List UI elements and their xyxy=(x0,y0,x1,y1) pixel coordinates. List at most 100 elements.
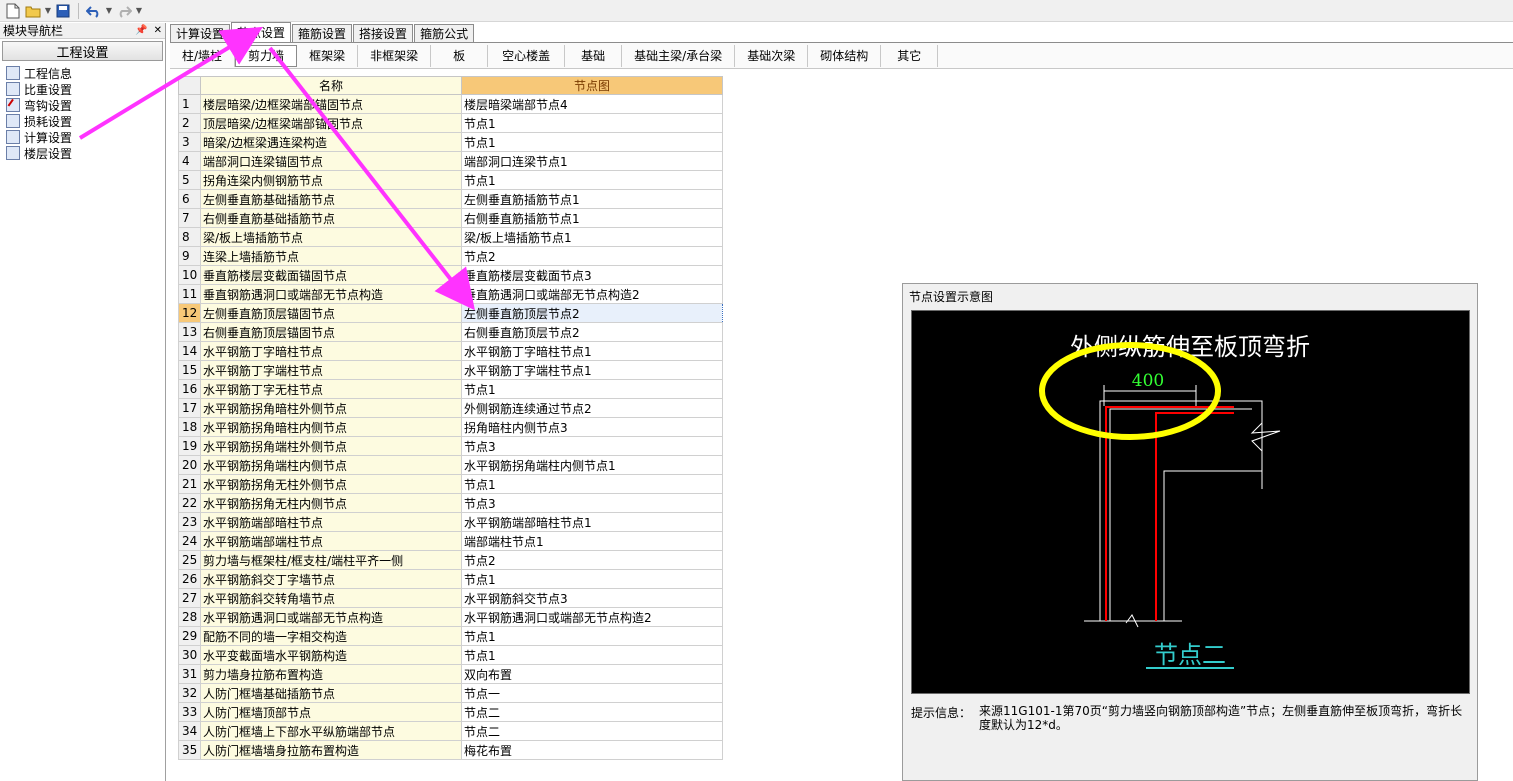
row-node-cell[interactable]: 外侧钢筋连续通过节点2 xyxy=(461,398,723,418)
subtab-other[interactable]: 其它 xyxy=(881,44,939,67)
subtab-shear-wall[interactable]: 剪力墙 xyxy=(235,44,298,67)
table-row[interactable]: 20 水平钢筋拐角端柱内侧节点 水平钢筋拐角端柱内侧节点1 xyxy=(178,455,723,475)
table-row[interactable]: 35 人防门框墙墙身拉筋布置构造 梅花布置 xyxy=(178,740,723,760)
row-node-cell[interactable]: 节点2 xyxy=(461,246,723,266)
table-row[interactable]: 8 梁/板上墙插筋节点 梁/板上墙插筋节点1 xyxy=(178,227,723,247)
nav-item-hook[interactable]: 弯钩设置 xyxy=(6,97,165,113)
redo-icon[interactable] xyxy=(115,2,133,20)
table-row[interactable]: 28 水平钢筋遇洞口或端部无节点构造 水平钢筋遇洞口或端部无节点构造2 xyxy=(178,607,723,627)
table-row[interactable]: 11 垂直钢筋遇洞口或端部无节点构造 垂直筋遇洞口或端部无节点构造2 xyxy=(178,284,723,304)
grid-header-name[interactable]: 名称 xyxy=(200,76,462,95)
row-node-cell[interactable]: 节点1 xyxy=(461,645,723,665)
table-row[interactable]: 1 楼层暗梁/边框梁端部锚固节点 楼层暗梁端部节点4 xyxy=(178,94,723,114)
table-row[interactable]: 17 水平钢筋拐角暗柱外侧节点 外侧钢筋连续通过节点2 xyxy=(178,398,723,418)
tab-lap-settings[interactable]: 搭接设置 xyxy=(353,24,414,42)
row-node-cell[interactable]: 节点3 xyxy=(461,493,723,513)
row-node-cell[interactable]: 节点2 xyxy=(461,550,723,570)
row-node-cell[interactable]: 楼层暗梁端部节点4 xyxy=(461,94,723,114)
subtab-slab[interactable]: 板 xyxy=(431,44,489,67)
subtab-masonry[interactable]: 砌体结构 xyxy=(808,44,882,67)
table-row[interactable]: 33 人防门框墙顶部节点 节点二 xyxy=(178,702,723,722)
pin-icon[interactable]: 📌 xyxy=(135,25,147,36)
table-row[interactable]: 10 垂直筋楼层变截面锚固节点 垂直筋楼层变截面节点3 xyxy=(178,265,723,285)
row-node-cell[interactable]: 垂直筋楼层变截面节点3 xyxy=(461,265,723,285)
subtab-foundation-main-beam[interactable]: 基础主梁/承台梁 xyxy=(622,44,736,67)
table-row[interactable]: 34 人防门框墙上下部水平纵筋端部节点 节点二 xyxy=(178,721,723,741)
row-node-cell[interactable]: 节点1 xyxy=(461,626,723,646)
row-node-cell[interactable]: 双向布置 xyxy=(461,664,723,684)
table-row[interactable]: 16 水平钢筋丁字无柱节点 节点1 xyxy=(178,379,723,399)
node-label[interactable]: 节点二 xyxy=(1154,641,1226,669)
subtab-foundation-secondary-beam[interactable]: 基础次梁 xyxy=(735,44,809,67)
table-row[interactable]: 29 配筋不同的墙一字相交构造 节点1 xyxy=(178,626,723,646)
row-node-cell[interactable]: 水平钢筋丁字暗柱节点1 xyxy=(461,341,723,361)
row-node-cell[interactable]: 节点二 xyxy=(461,702,723,722)
undo-dropdown-icon[interactable]: ▼ xyxy=(105,2,113,20)
row-node-cell[interactable]: 节点1 xyxy=(461,569,723,589)
table-row[interactable]: 6 左侧垂直筋基础插筋节点 左侧垂直筋插筋节点1 xyxy=(178,189,723,209)
nav-item-floor[interactable]: 楼层设置 xyxy=(6,145,165,161)
row-node-cell[interactable]: 梁/板上墙插筋节点1 xyxy=(461,227,723,247)
table-row[interactable]: 14 水平钢筋丁字暗柱节点 水平钢筋丁字暗柱节点1 xyxy=(178,341,723,361)
table-row[interactable]: 9 连梁上墙插筋节点 节点2 xyxy=(178,246,723,266)
row-node-cell[interactable]: 水平钢筋遇洞口或端部无节点构造2 xyxy=(461,607,723,627)
row-node-cell[interactable]: 水平钢筋端部暗柱节点1 xyxy=(461,512,723,532)
subtab-column[interactable]: 柱/墙柱 xyxy=(170,44,236,67)
project-settings-section[interactable]: 工程设置 xyxy=(2,41,163,61)
table-row[interactable]: 15 水平钢筋丁字端柱节点 水平钢筋丁字端柱节点1 xyxy=(178,360,723,380)
open-dropdown-icon[interactable]: ▼ xyxy=(44,2,52,20)
row-node-cell[interactable]: 端部端柱节点1 xyxy=(461,531,723,551)
table-row[interactable]: 21 水平钢筋拐角无柱外侧节点 节点1 xyxy=(178,474,723,494)
row-node-cell[interactable]: 垂直筋遇洞口或端部无节点构造2 xyxy=(461,284,723,304)
grid-header-node[interactable]: 节点图 xyxy=(461,76,723,95)
subtab-non-frame-beam[interactable]: 非框架梁 xyxy=(358,44,432,67)
undo-icon[interactable] xyxy=(85,2,103,20)
table-row[interactable]: 5 拐角连梁内侧钢筋节点 节点1 xyxy=(178,170,723,190)
save-icon[interactable] xyxy=(54,2,72,20)
table-row[interactable]: 7 右侧垂直筋基础插筋节点 右侧垂直筋插筋节点1 xyxy=(178,208,723,228)
nav-item-loss[interactable]: 损耗设置 xyxy=(6,113,165,129)
new-file-icon[interactable] xyxy=(4,2,22,20)
row-node-cell[interactable]: 拐角暗柱内侧节点3 xyxy=(461,417,723,437)
row-node-cell[interactable]: 节点二 xyxy=(461,721,723,741)
table-row[interactable]: 31 剪力墙身拉筋布置构造 双向布置 xyxy=(178,664,723,684)
row-node-cell[interactable]: 节点3 xyxy=(461,436,723,456)
table-row[interactable]: 2 顶层暗梁/边框梁端部锚固节点 节点1 xyxy=(178,113,723,133)
subtab-foundation[interactable]: 基础 xyxy=(565,44,623,67)
table-row[interactable]: 26 水平钢筋斜交丁字墙节点 节点1 xyxy=(178,569,723,589)
row-node-cell[interactable]: 节点1 xyxy=(461,379,723,399)
row-node-cell[interactable]: 左侧垂直筋顶层节点2 xyxy=(461,303,723,323)
tab-calc-settings[interactable]: 计算设置 xyxy=(170,24,231,42)
row-node-cell[interactable]: 水平钢筋拐角端柱内侧节点1 xyxy=(461,455,723,475)
row-node-cell[interactable]: 梅花布置 xyxy=(461,740,723,760)
table-row[interactable]: 32 人防门框墙基础插筋节点 节点一 xyxy=(178,683,723,703)
nav-item-density[interactable]: 比重设置 xyxy=(6,81,165,97)
table-row[interactable]: 23 水平钢筋端部暗柱节点 水平钢筋端部暗柱节点1 xyxy=(178,512,723,532)
table-row[interactable]: 12 左侧垂直筋顶层锚固节点 左侧垂直筋顶层节点2 xyxy=(178,303,723,323)
table-row[interactable]: 13 右侧垂直筋顶层锚固节点 右侧垂直筋顶层节点2 xyxy=(178,322,723,342)
table-row[interactable]: 4 端部洞口连梁锚固节点 端部洞口连梁节点1 xyxy=(178,151,723,171)
table-row[interactable]: 30 水平变截面墙水平钢筋构造 节点1 xyxy=(178,645,723,665)
table-row[interactable]: 19 水平钢筋拐角端柱外侧节点 节点3 xyxy=(178,436,723,456)
row-node-cell[interactable]: 节点1 xyxy=(461,474,723,494)
row-node-cell[interactable]: 水平钢筋斜交节点3 xyxy=(461,588,723,608)
nav-item-project-info[interactable]: 工程信息 xyxy=(6,65,165,81)
tab-node-settings[interactable]: 节点设置 xyxy=(231,22,292,42)
redo-dropdown-icon[interactable]: ▼ xyxy=(135,2,143,20)
row-node-cell[interactable]: 水平钢筋丁字端柱节点1 xyxy=(461,360,723,380)
table-row[interactable]: 18 水平钢筋拐角暗柱内侧节点 拐角暗柱内侧节点3 xyxy=(178,417,723,437)
table-row[interactable]: 27 水平钢筋斜交转角墙节点 水平钢筋斜交节点3 xyxy=(178,588,723,608)
table-row[interactable]: 22 水平钢筋拐角无柱内侧节点 节点3 xyxy=(178,493,723,513)
open-folder-icon[interactable] xyxy=(24,2,42,20)
row-node-cell[interactable]: 节点一 xyxy=(461,683,723,703)
row-node-cell[interactable]: 端部洞口连梁节点1 xyxy=(461,151,723,171)
tab-stirrup-formula[interactable]: 箍筋公式 xyxy=(414,24,475,42)
subtab-hollow-floor[interactable]: 空心楼盖 xyxy=(488,44,566,67)
table-row[interactable]: 3 暗梁/边框梁遇连梁构造 节点1 xyxy=(178,132,723,152)
row-node-cell[interactable]: 左侧垂直筋插筋节点1 xyxy=(461,189,723,209)
table-row[interactable]: 25 剪力墙与框架柱/框支柱/端柱平齐一侧 节点2 xyxy=(178,550,723,570)
subtab-frame-beam[interactable]: 框架梁 xyxy=(297,44,359,67)
row-node-cell[interactable]: 节点1 xyxy=(461,113,723,133)
close-icon[interactable]: ✕ xyxy=(154,25,162,36)
table-row[interactable]: 24 水平钢筋端部端柱节点 端部端柱节点1 xyxy=(178,531,723,551)
